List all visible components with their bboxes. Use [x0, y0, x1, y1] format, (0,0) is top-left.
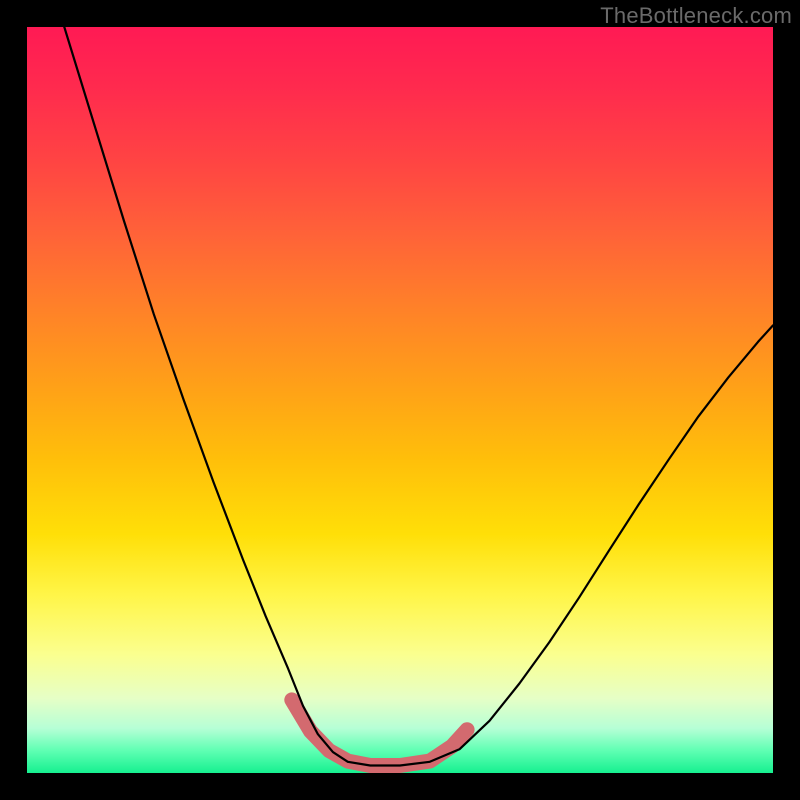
plot-area	[27, 27, 773, 773]
watermark-text: TheBottleneck.com	[600, 3, 792, 29]
chart-frame: TheBottleneck.com	[0, 0, 800, 800]
chart-svg	[27, 27, 773, 773]
bottleneck-curve-path	[64, 27, 773, 766]
